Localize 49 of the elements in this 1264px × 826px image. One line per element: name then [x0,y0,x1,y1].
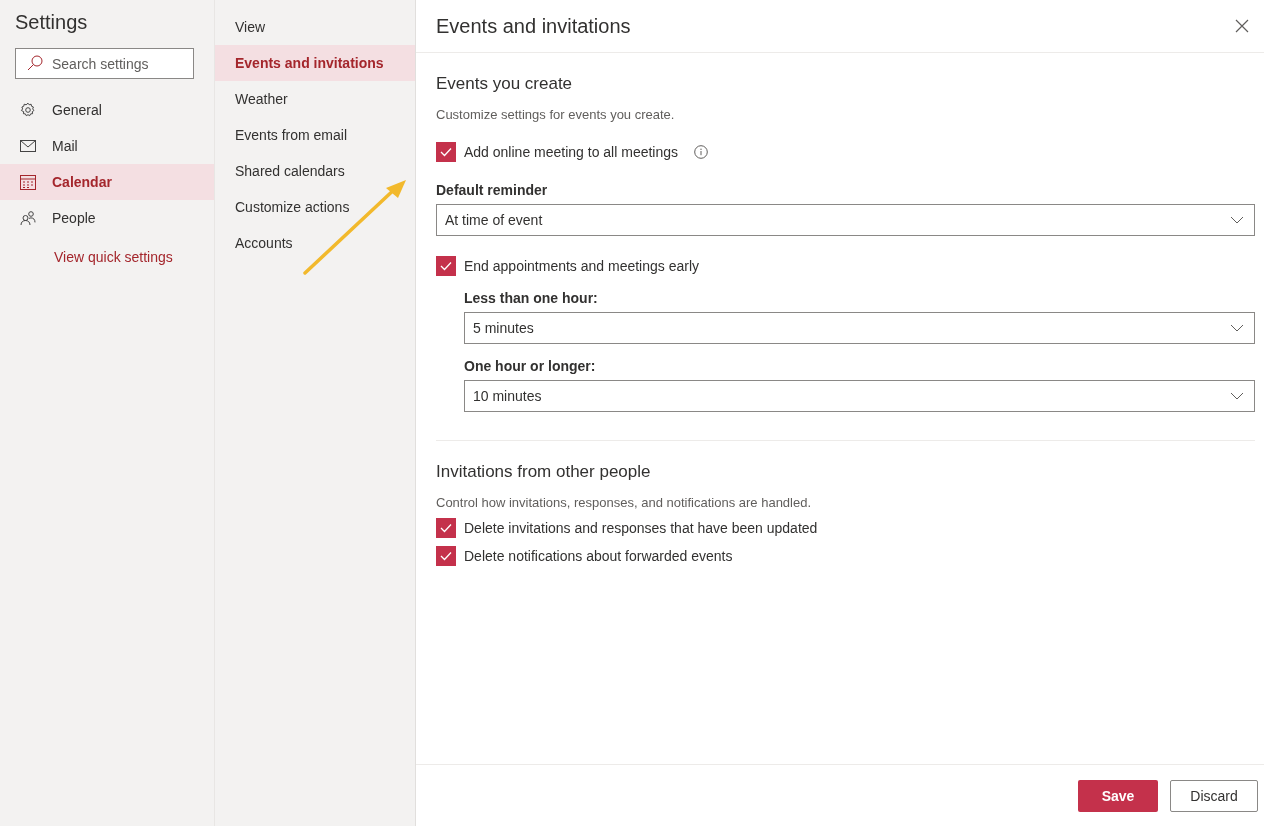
nav-item[interactable]: General [0,92,214,128]
settings-icon [20,102,36,118]
checkbox[interactable] [436,518,456,538]
nav-item[interactable]: People [0,200,214,236]
chevron-down-icon [1230,324,1244,332]
checkbox-label: End appointments and meetings early [464,258,700,274]
section-description: Customize settings for events you create. [436,107,676,122]
close-icon[interactable] [1234,18,1250,34]
info-icon[interactable] [694,145,709,159]
search-icon [27,55,43,71]
checkmark-icon [440,551,452,561]
checkmark-icon [440,147,452,157]
checkmark-icon [440,523,452,533]
chevron-down-icon [1230,392,1244,400]
subnav-item[interactable]: Accounts [215,225,415,261]
settings-title: Settings [15,11,89,34]
chevron-down-icon [1230,216,1244,224]
nav-item[interactable]: Mail [0,128,214,164]
dropdown[interactable]: At time of event [436,204,1255,236]
nav-item[interactable]: Calendar [0,164,214,200]
section-description: Control how invitations, responses, and notifications are handled. [436,495,813,510]
mail-icon [20,140,36,152]
discard-button[interactable]: Discard [1170,779,1258,812]
subnav-item[interactable]: Customize actions [215,189,415,225]
checkbox[interactable] [436,546,456,566]
quick-settings-link[interactable]: View quick settings [54,249,173,265]
checkbox-label: Delete notifications about forwarded events [464,548,733,564]
section-heading: Events you create [436,73,574,95]
field-label: Less than one hour: [464,290,599,306]
subnav-item[interactable]: Weather [215,81,415,117]
calendar-icon [20,174,36,190]
subnav-item[interactable]: Events and invitations [215,45,415,81]
field-label: One hour or longer: [464,358,597,374]
subnav-item[interactable]: Events from email [215,117,415,153]
dropdown[interactable]: 10 minutes [464,380,1255,412]
checkbox-label: Delete invitations and responses that have been updated [464,520,818,536]
checkmark-icon [440,261,452,271]
people-icon [20,210,36,226]
subnav-item[interactable]: Shared calendars [215,153,415,189]
section-heading: Invitations from other people [436,461,652,483]
field-label: Default reminder [436,182,549,198]
subnav-item[interactable]: View [215,9,415,45]
checkbox-label: Add online meeting to all meetings [464,144,679,160]
dropdown[interactable]: 5 minutes [464,312,1255,344]
checkbox[interactable] [436,142,456,162]
search-field[interactable]: Search settings [15,48,194,79]
save-button[interactable]: Save [1078,779,1158,812]
checkbox[interactable] [436,256,456,276]
panel-title: Events and invitations [436,14,631,38]
